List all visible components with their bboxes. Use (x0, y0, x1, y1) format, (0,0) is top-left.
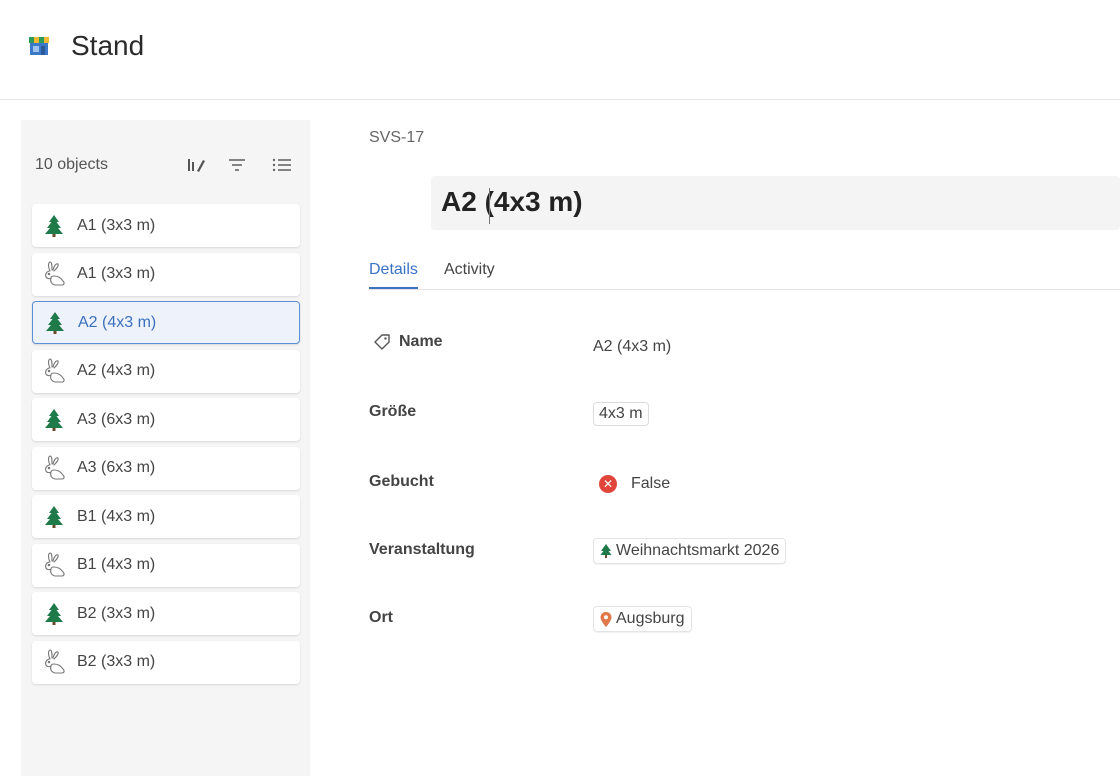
list-item-label: A3 (6x3 m) (77, 410, 156, 428)
false-x-icon: ✕ (599, 475, 617, 493)
field-label-name-text: Name (399, 333, 443, 350)
tree-icon (41, 504, 67, 530)
tree-icon (42, 310, 68, 336)
size-chip[interactable]: 4x3 m (593, 402, 649, 426)
list-item[interactable]: A2 (4x3 m) (32, 301, 300, 344)
list-item[interactable]: A3 (6x3 m) (32, 446, 300, 490)
list-item[interactable]: A1 (3x3 m) (32, 252, 300, 296)
list-item-label: B2 (3x3 m) (77, 604, 156, 622)
sort-edit-icon[interactable] (185, 154, 207, 176)
app-title: Stand (71, 30, 145, 61)
list-item[interactable]: B2 (3x3 m) (32, 640, 300, 684)
list-item-label: A3 (6x3 m) (77, 459, 156, 476)
tree-icon (41, 601, 67, 627)
location-chip-label: Augsburg (616, 610, 685, 627)
list-item[interactable]: B1 (4x3 m) (32, 495, 300, 538)
object-list: A1 (3x3 m) A1 (3x3 m) A2 (4x3 m) A2 (4x3 m)… (32, 204, 300, 689)
list-item-label: A2 (4x3 m) (78, 313, 157, 331)
list-item[interactable]: A3 (6x3 m) (32, 398, 300, 441)
field-value-gebucht[interactable]: ✕ False (593, 475, 670, 493)
list-item-label: B1 (4x3 m) (77, 556, 156, 573)
list-item-label: B2 (3x3 m) (77, 653, 156, 670)
bunny-icon (41, 261, 67, 287)
tree-icon (41, 407, 67, 433)
top-bar: Stand (0, 0, 1120, 100)
object-sidebar: 10 objects A1 (3x3 m) A1 (3x3 m) A2 (4x3 m… (21, 120, 310, 776)
text-cursor (489, 188, 490, 224)
list-item-label: B1 (4x3 m) (77, 507, 156, 525)
field-value-groesse[interactable]: 4x3 m (593, 402, 649, 426)
list-item[interactable]: B2 (3x3 m) (32, 592, 300, 635)
location-chip[interactable]: Augsburg (593, 606, 692, 632)
field-label-veranstaltung: Veranstaltung (369, 541, 475, 558)
stand-booth-icon (28, 35, 50, 57)
field-value-name[interactable]: A2 (4x3 m) (593, 338, 671, 356)
tree-icon (600, 544, 612, 558)
list-item-label: A1 (3x3 m) (77, 216, 156, 234)
event-chip[interactable]: Weihnachtsmarkt 2026 (593, 538, 787, 564)
list-item-label: A2 (4x3 m) (77, 362, 156, 379)
field-value-veranstaltung[interactable]: Weihnachtsmarkt 2026 (593, 538, 787, 564)
field-value-ort[interactable]: Augsburg (593, 606, 692, 632)
event-chip-label: Weihnachtsmarkt 2026 (616, 542, 780, 559)
bunny-icon (41, 649, 67, 675)
record-title-field[interactable]: A2 (4x3 m) (431, 176, 1120, 230)
tag-icon (373, 333, 391, 351)
record-title[interactable]: A2 (4x3 m) (441, 186, 583, 218)
bunny-icon (41, 455, 67, 481)
object-count: 10 objects (35, 156, 108, 173)
tab-activity[interactable]: Activity (444, 261, 495, 287)
bunny-icon (41, 552, 67, 578)
field-label-name: Name (373, 333, 443, 351)
record-tabs: Details Activity (369, 258, 1120, 290)
list-item[interactable]: B1 (4x3 m) (32, 543, 300, 587)
field-label-gebucht: Gebucht (369, 473, 434, 490)
list-item[interactable]: A1 (3x3 m) (32, 204, 300, 247)
gebucht-value: False (631, 475, 671, 492)
record-id: SVS-17 (369, 129, 425, 146)
field-label-ort: Ort (369, 609, 393, 626)
filter-icon[interactable] (226, 154, 248, 176)
field-label-groesse: Größe (369, 403, 417, 420)
list-view-icon[interactable] (271, 154, 293, 176)
tab-details[interactable]: Details (369, 261, 418, 289)
map-pin-icon (600, 611, 612, 627)
list-item[interactable]: A2 (4x3 m) (32, 349, 300, 393)
tree-icon (41, 213, 67, 239)
bunny-icon (41, 358, 67, 384)
list-item-label: A1 (3x3 m) (77, 265, 156, 282)
